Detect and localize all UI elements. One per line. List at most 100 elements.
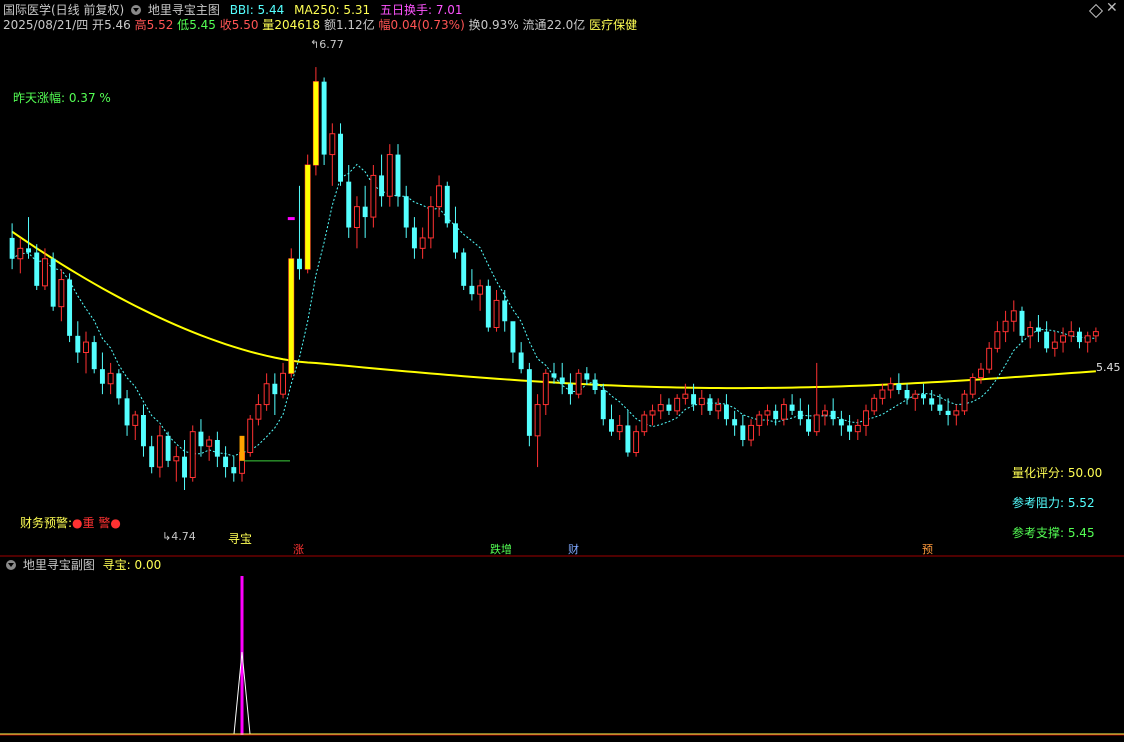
event-tag-cai[interactable]: 财 <box>567 541 580 557</box>
bbi-value: BBI: 5.44 <box>229 3 285 17</box>
candle-body <box>847 425 853 432</box>
candle-body <box>338 133 343 182</box>
quant-score: 量化评分: 50.00 <box>1012 466 1103 480</box>
close-icon[interactable]: ✕ <box>1106 0 1118 16</box>
low-label: 低 <box>177 18 190 32</box>
candle-body <box>764 410 771 416</box>
candle-body <box>395 154 401 197</box>
open-label: 开 <box>92 18 105 32</box>
indicator-dropdown-icon[interactable] <box>131 5 142 15</box>
sector-label[interactable]: 医疗保健 <box>589 18 637 32</box>
candle-body <box>567 383 573 395</box>
candle-body <box>887 383 894 391</box>
prev-change-label: 昨天涨幅: 0.37 % <box>13 91 111 105</box>
candle-body <box>353 206 360 229</box>
float-value: 22.0亿 <box>546 18 586 32</box>
candle-body <box>559 377 565 384</box>
candle-body <box>1010 310 1017 322</box>
chart-canvas[interactable] <box>0 0 1124 742</box>
candle-body <box>748 424 755 441</box>
event-tag-zhang[interactable]: 涨 <box>292 541 305 557</box>
candle-body <box>173 456 180 462</box>
candle-body <box>280 372 287 395</box>
candle-body <box>526 369 532 436</box>
vol-label: 量 <box>262 18 275 32</box>
candle-body <box>682 393 689 399</box>
candle-body <box>518 352 524 370</box>
event-tag-diezeng[interactable]: 跌增 <box>489 541 513 557</box>
candle-body <box>379 175 385 197</box>
signal-bar <box>305 165 311 270</box>
turnover-label: 换 <box>468 18 481 32</box>
candle-body <box>156 435 163 468</box>
change-value: 0.04(0.73%) <box>390 18 465 32</box>
candle-body <box>953 410 960 416</box>
candle-body <box>945 410 951 415</box>
candle-body <box>542 372 549 406</box>
candle-body <box>493 299 500 328</box>
candle-body <box>732 419 738 426</box>
candle-body <box>666 404 672 411</box>
candle-body <box>116 373 122 399</box>
candle-body <box>657 404 664 412</box>
candle-body <box>91 342 97 370</box>
candle-body <box>58 279 65 308</box>
candle-body <box>9 237 15 259</box>
candle-body <box>124 398 130 426</box>
candle-body <box>1044 331 1050 349</box>
candle-body <box>321 81 327 155</box>
high-label: 高 <box>134 18 147 32</box>
candle-body <box>830 410 836 420</box>
candle-body <box>41 258 48 287</box>
candle-body <box>189 431 196 478</box>
sub-indicator-dropdown-icon[interactable] <box>6 560 16 570</box>
candle-body <box>1060 335 1067 343</box>
candle-body <box>444 185 450 224</box>
candle-body <box>969 377 976 395</box>
candle-body <box>584 373 590 380</box>
candle-body <box>1068 331 1075 337</box>
candle-body <box>641 414 648 433</box>
candle-body <box>649 410 656 416</box>
candle-body <box>149 446 155 468</box>
candle-body <box>879 389 886 399</box>
candle-body <box>231 467 237 474</box>
sub-value-label: 寻宝: 0.00 <box>102 558 162 572</box>
security-name[interactable]: 国际医学(日线 前复权) <box>3 3 124 17</box>
ref-support: 参考支撑: 5.45 <box>1012 526 1095 540</box>
candle-body <box>1002 320 1009 333</box>
ref-resist: 参考阻力: 5.52 <box>1012 496 1095 510</box>
bbi-line <box>11 163 1096 457</box>
candle-body <box>297 258 302 270</box>
candle-body <box>263 383 270 406</box>
candle-body <box>977 368 984 378</box>
candle-body <box>26 248 31 253</box>
candle-body <box>551 373 557 378</box>
candle-body <box>403 196 409 228</box>
candle-body <box>821 410 828 416</box>
high-marker-arrow: ↰ <box>310 38 320 51</box>
candle-body <box>223 456 229 468</box>
candle-body <box>17 247 24 260</box>
candle-body <box>986 347 993 370</box>
candle-body <box>477 285 484 295</box>
candle-body <box>132 414 139 426</box>
turnover5-value: 五日换手: 7.01 <box>379 3 463 17</box>
candle-body <box>633 431 640 453</box>
candle-body <box>461 252 467 286</box>
sub-panel-header: 地里寻宝副图 寻宝: 0.00 <box>3 558 161 572</box>
close-value: 5.50 <box>231 18 259 32</box>
candle-body <box>141 415 146 447</box>
candle-body <box>921 394 926 399</box>
indicator-name[interactable]: 地里寻宝主图 <box>148 3 220 17</box>
candle-body <box>255 404 262 420</box>
open-value: 5.46 <box>104 18 131 32</box>
candle-body <box>813 414 820 433</box>
sub-indicator-name[interactable]: 地里寻宝副图 <box>23 558 95 572</box>
candle-body <box>616 424 623 433</box>
candle-body <box>67 279 73 336</box>
candle-body <box>674 397 681 412</box>
high-value: 5.52 <box>146 18 174 32</box>
event-tag-yu[interactable]: 预 <box>921 541 934 557</box>
candle-body <box>1084 335 1091 343</box>
